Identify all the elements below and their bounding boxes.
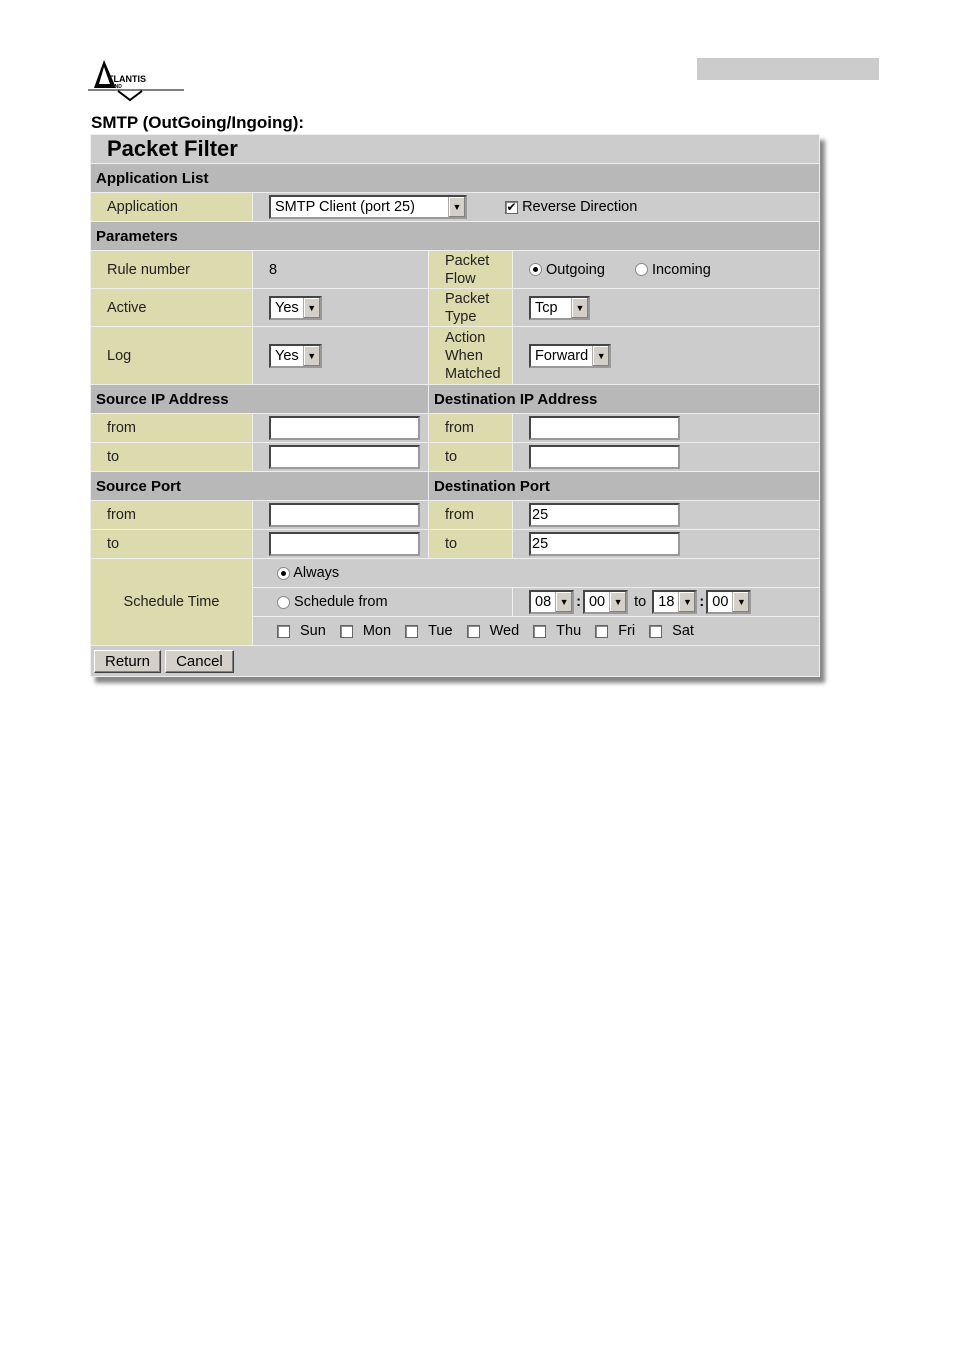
source-ip-to-input[interactable] [269, 445, 420, 469]
destination-port-from-input[interactable]: 25 [529, 503, 680, 527]
chevron-down-icon: ▼ [732, 592, 750, 612]
end-hour-select[interactable]: 18 ▼ [652, 590, 698, 614]
action-when-matched-label: Action When Matched [428, 326, 513, 385]
source-port-from-label: from [90, 500, 253, 530]
chevron-down-icon: ▼ [302, 345, 320, 366]
radio-always[interactable]: Always [277, 565, 339, 581]
panel-title: Packet Filter [90, 134, 820, 164]
chevron-down-icon: ▼ [592, 345, 610, 366]
source-port-to-label: to [90, 529, 253, 559]
chevron-down-icon: ▼ [555, 592, 573, 612]
destination-port-to-label: to [428, 529, 513, 559]
chevron-down-icon: ▼ [302, 297, 320, 318]
source-port-from-input[interactable] [269, 503, 420, 527]
day-checkbox-sun[interactable]: Sun [277, 623, 336, 639]
source-port-to-input[interactable] [269, 532, 420, 556]
radio-schedule-from[interactable]: Schedule from [277, 594, 388, 610]
radio-unselected-icon [634, 263, 648, 277]
destination-port-from-label: from [428, 500, 513, 530]
page-heading: SMTP (OutGoing/Ingoing): [91, 113, 305, 132]
radio-incoming[interactable]: Incoming [634, 262, 711, 278]
checkbox-checked-icon: ✔ [505, 199, 519, 214]
packet-flow-label: Packet Flow [428, 250, 513, 289]
cancel-button[interactable]: Cancel [165, 649, 234, 673]
return-button[interactable]: Return [94, 649, 162, 673]
chevron-down-icon: ▼ [609, 592, 627, 612]
source-ip-from-input[interactable] [269, 416, 420, 440]
active-select[interactable]: Yes ▼ [269, 295, 322, 320]
day-checkbox-sat[interactable]: Sat [649, 623, 704, 639]
radio-unselected-icon [277, 595, 290, 609]
svg-text:TLANTIS: TLANTIS [108, 74, 146, 84]
radio-outgoing[interactable]: Outgoing [529, 262, 605, 278]
packet-type-select[interactable]: Tcp ▼ [529, 295, 590, 320]
source-ip-to-label: to [90, 442, 253, 472]
schedule-time-label: Schedule Time [90, 558, 253, 646]
section-application-list: Application List [90, 163, 820, 193]
destination-port-to-input[interactable]: 25 [529, 532, 680, 556]
chevron-down-icon: ▼ [571, 297, 588, 318]
section-destination-port: Destination Port [428, 471, 820, 501]
log-label: Log [90, 326, 253, 385]
end-minute-select[interactable]: 00 ▼ [706, 590, 752, 614]
rule-number-value: 8 [252, 250, 429, 289]
application-select[interactable]: SMTP Client (port 25) ▼ [269, 195, 467, 219]
packet-type-label: Packet Type [428, 288, 513, 327]
day-checkbox-tue[interactable]: Tue [405, 623, 462, 639]
svg-text:AND: AND [111, 84, 122, 90]
section-source-port: Source Port [90, 471, 429, 501]
log-select[interactable]: Yes ▼ [269, 343, 322, 368]
source-ip-from-label: from [90, 413, 253, 443]
days-row: Sun Mon Tue Wed Thu Fri Sat [252, 616, 820, 646]
day-checkbox-wed[interactable]: Wed [466, 623, 530, 639]
day-checkbox-thu[interactable]: Thu [533, 623, 591, 639]
start-minute-select[interactable]: 00 ▼ [582, 590, 629, 614]
section-source-ip: Source IP Address [90, 384, 429, 414]
packet-filter-panel: Packet Filter Application List Applicati… [90, 134, 820, 677]
atlantis-logo: TLANTIS AND [88, 60, 184, 102]
start-hour-select[interactable]: 08 ▼ [529, 590, 575, 614]
destination-ip-from-label: from [428, 413, 513, 443]
destination-ip-to-label: to [428, 442, 513, 472]
day-checkbox-fri[interactable]: Fri [595, 623, 645, 639]
day-checkbox-mon[interactable]: Mon [339, 623, 401, 639]
section-parameters: Parameters [90, 221, 820, 251]
reverse-direction-checkbox[interactable]: ✔ Reverse Direction [505, 199, 637, 215]
header-bar [697, 58, 879, 80]
action-select[interactable]: Forward ▼ [529, 343, 612, 368]
chevron-down-icon: ▼ [678, 592, 696, 612]
active-label: Active [90, 288, 253, 327]
destination-ip-to-input[interactable] [529, 445, 680, 469]
radio-selected-icon [529, 263, 542, 277]
radio-selected-icon [277, 566, 290, 580]
destination-ip-from-input[interactable] [529, 416, 680, 440]
chevron-down-icon: ▼ [448, 197, 465, 217]
section-destination-ip: Destination IP Address [428, 384, 820, 414]
rule-number-label: Rule number [90, 250, 253, 289]
application-label: Application [90, 192, 253, 222]
